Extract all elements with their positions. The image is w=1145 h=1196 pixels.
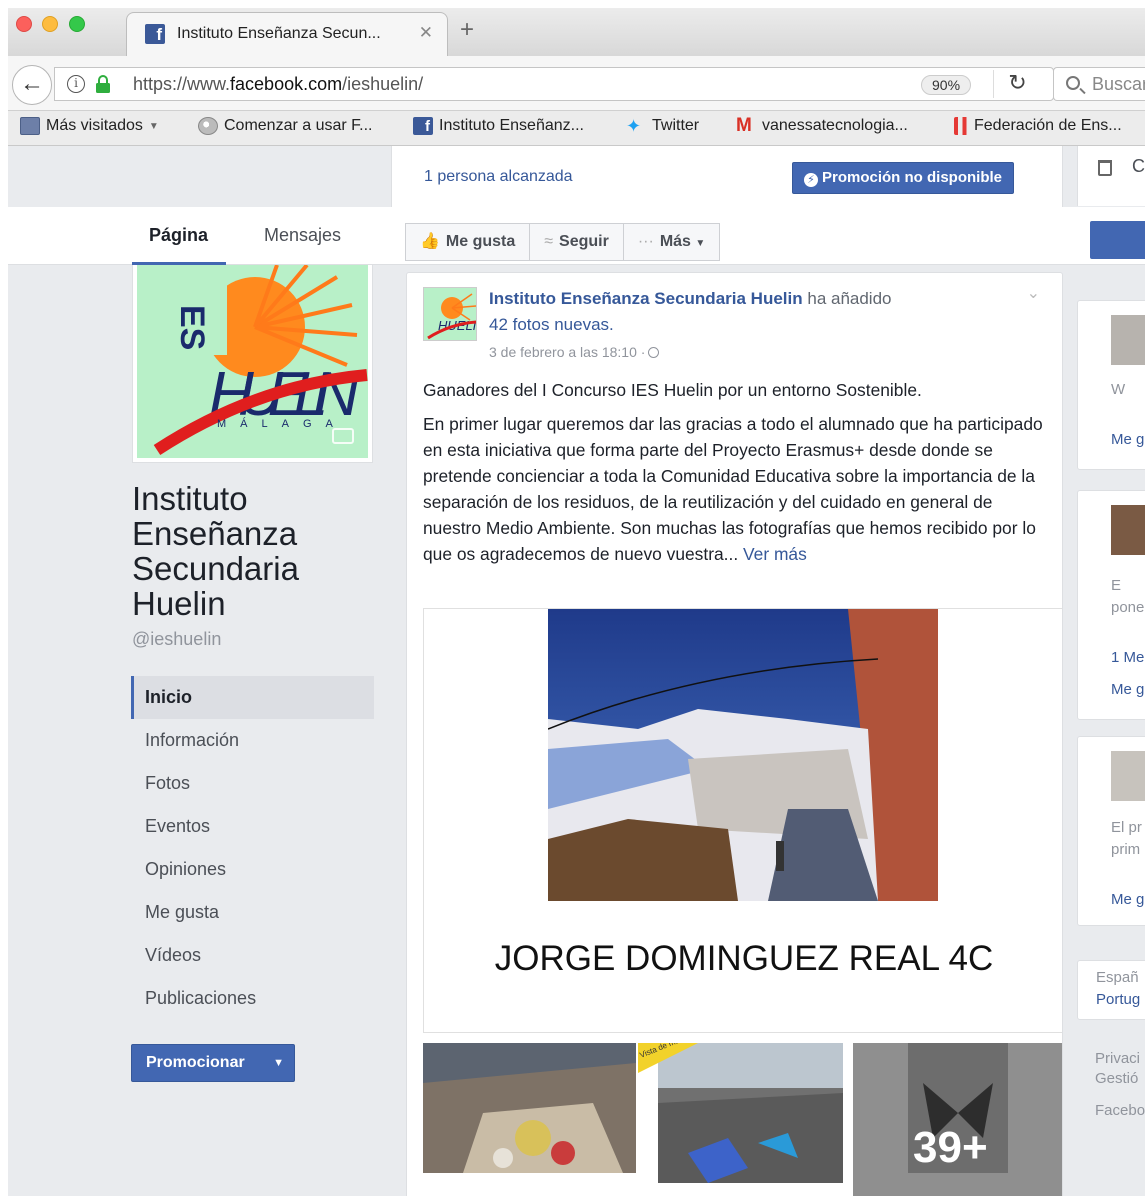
post-avatar[interactable]: HUELIN [423,287,477,341]
sidebar-item-inicio[interactable]: Inicio [131,676,374,719]
folder-icon [20,117,40,135]
svg-text:MÁLAGA: MÁLAGA [217,417,347,430]
bookmarks-bar: Más visitados ▼ Comenzar a usar F... f In… [8,111,1145,146]
street-trash-photo [423,1043,636,1196]
sidebar-item-fotos[interactable]: Fotos [131,762,374,805]
post-timestamp[interactable]: 3 de febrero a las 18:10 · [489,344,660,360]
post-body: Ganadores del I Concurso IES Huelin por … [423,377,1043,575]
sidebar-item-videos[interactable]: Vídeos [131,934,374,977]
chevron-down-icon: ▼ [148,120,159,132]
right-thumbnail[interactable] [1111,505,1145,555]
close-window-button[interactable] [16,16,32,32]
school-logo: HUELIN [427,293,476,340]
profile-picture[interactable]: ES HUELIN MÁLAGA [132,265,373,463]
post-photo-thumbnail[interactable] [423,1043,636,1196]
federation-icon [954,117,968,135]
sidebar-item-opiniones[interactable]: Opiniones [131,848,374,891]
facebook-page: 1 persona alcanzada ⚡ Promoción no dispon… [8,146,1145,1196]
author-link[interactable]: Instituto Enseñanza Secundaria Huelin [489,289,803,308]
more-photos-thumbnail[interactable]: 39+ [853,1043,1062,1196]
info-icon[interactable]: i [67,75,85,93]
more-button[interactable]: ··· Más ▼ [622,223,721,261]
close-tab-icon[interactable]: ✕ [419,23,433,43]
lock-icon [96,75,110,93]
gmail-icon: M [736,115,752,136]
thumbs-up-icon: 👍 [420,233,440,250]
globe-icon [198,117,218,135]
new-tab-button[interactable]: + [460,18,474,42]
follow-button[interactable]: ≈ Seguir [529,223,624,261]
right-card: E pone 1 Me Me g [1077,490,1145,720]
facebook-icon: f [145,24,165,44]
like-button[interactable]: 👍 Me gusta [405,223,531,261]
right-card: W Me g [1077,300,1145,470]
photo-caption: JORGE DOMINGUEZ REAL 4C [494,939,994,978]
search-icon [1066,76,1080,90]
photos-added-link[interactable]: 42 fotos nuevas. [489,315,614,335]
promotion-button[interactable]: ⚡ Promoción no disponible [792,162,1014,194]
back-button[interactable]: ← [12,65,52,105]
post-paragraph: En primer lugar queremos dar las gracias… [423,414,1043,564]
globe-icon [648,347,660,358]
post-photo-main[interactable]: JORGE DOMINGUEZ REAL 4C [423,608,1062,1033]
page-actions: 👍 Me gusta ≈ Seguir ··· Más ▼ [405,223,721,261]
right-blue-button[interactable] [1090,221,1145,259]
bookmark-instituto[interactable]: f Instituto Enseñanz... [413,117,584,135]
search-input[interactable]: Buscar [1053,67,1145,101]
address-bar[interactable]: i https://www.facebook.com/ieshuelin/ 90… [54,67,1054,101]
trash-icon[interactable] [1098,160,1112,176]
twitter-icon: ✦ [626,116,642,136]
browser-tab[interactable]: f Instituto Enseñanza Secun... ✕ [126,12,448,56]
tab-pagina[interactable]: Página [149,225,208,246]
bookmark-federacion[interactable]: Federación de Ens... [954,117,1122,135]
post-photo-thumbnail[interactable]: Vista de más artística [638,1043,851,1196]
feed-post: HUELIN Instituto Enseñanza Secundaria Hu… [406,272,1063,1196]
chevron-down-icon[interactable]: ▼ [273,1045,284,1081]
browser-navbar: ← i https://www.facebook.com/ieshuelin/ … [8,56,1145,111]
bookmark-gmail[interactable]: M vanessatecnologia... [736,115,908,136]
chevron-down-icon[interactable]: ⌄ [1027,283,1040,303]
svg-text:ES: ES [173,305,211,350]
sidebar-item-eventos[interactable]: Eventos [131,805,374,848]
post-paragraph: Ganadores del I Concurso IES Huelin por … [423,380,922,400]
sidebar-item-publicaciones[interactable]: Publicaciones [131,977,374,1020]
sidebar-item-informacion[interactable]: Información [131,719,374,762]
beach-photo: Vista de más artística [638,1043,851,1196]
bookmark-comenzar[interactable]: Comenzar a usar F... [198,117,373,135]
zoom-indicator[interactable]: 90% [921,75,972,95]
promote-button[interactable]: Promocionar ▼ [131,1044,295,1082]
tab-mensajes[interactable]: Mensajes [264,225,341,246]
maximize-window-button[interactable] [69,16,85,32]
chefchaouen-photo [548,609,938,901]
reach-link[interactable]: 1 persona alcanzada [424,168,573,186]
right-thumbnail[interactable] [1111,751,1145,801]
reload-icon[interactable]: ↻ [993,70,1041,98]
bookmark-mas-visitados[interactable]: Más visitados ▼ [20,117,159,135]
page-sidebar-nav: Inicio Información Fotos Eventos Opinion… [131,676,374,1020]
post-author: Instituto Enseñanza Secundaria Huelin ha… [489,289,892,308]
tab-title: Instituto Enseñanza Secun... [177,25,381,42]
url-text[interactable]: https://www.facebook.com/ieshuelin/ [133,74,423,95]
minimize-window-button[interactable] [42,16,58,32]
page-handle: @ieshuelin [132,629,222,649]
bolt-icon: ⚡ [804,173,818,187]
right-thumbnail[interactable] [1111,315,1145,365]
butterfly-photo [853,1043,1062,1196]
browser-titlebar: f Instituto Enseñanza Secun... ✕ + [8,8,1145,56]
camera-icon[interactable] [332,428,354,444]
see-more-link[interactable]: Ver más [743,544,807,564]
right-top-card: C [1077,146,1145,206]
sidebar-item-me-gusta[interactable]: Me gusta [131,891,374,934]
reach-bar: 1 persona alcanzada ⚡ Promoción no dispon… [391,146,1063,207]
page-title: Instituto Enseñanza Secundaria Huelin [132,480,299,622]
language-card: Españ Portug [1077,960,1145,1020]
right-card: El pr prim Me g [1077,736,1145,926]
more-photos-count: 39+ [913,1123,988,1172]
rss-icon: ≈ [544,233,554,250]
ellipsis-icon: ··· [637,233,654,250]
facebook-icon: f [413,117,433,135]
bookmark-twitter[interactable]: ✦ Twitter [626,117,699,135]
